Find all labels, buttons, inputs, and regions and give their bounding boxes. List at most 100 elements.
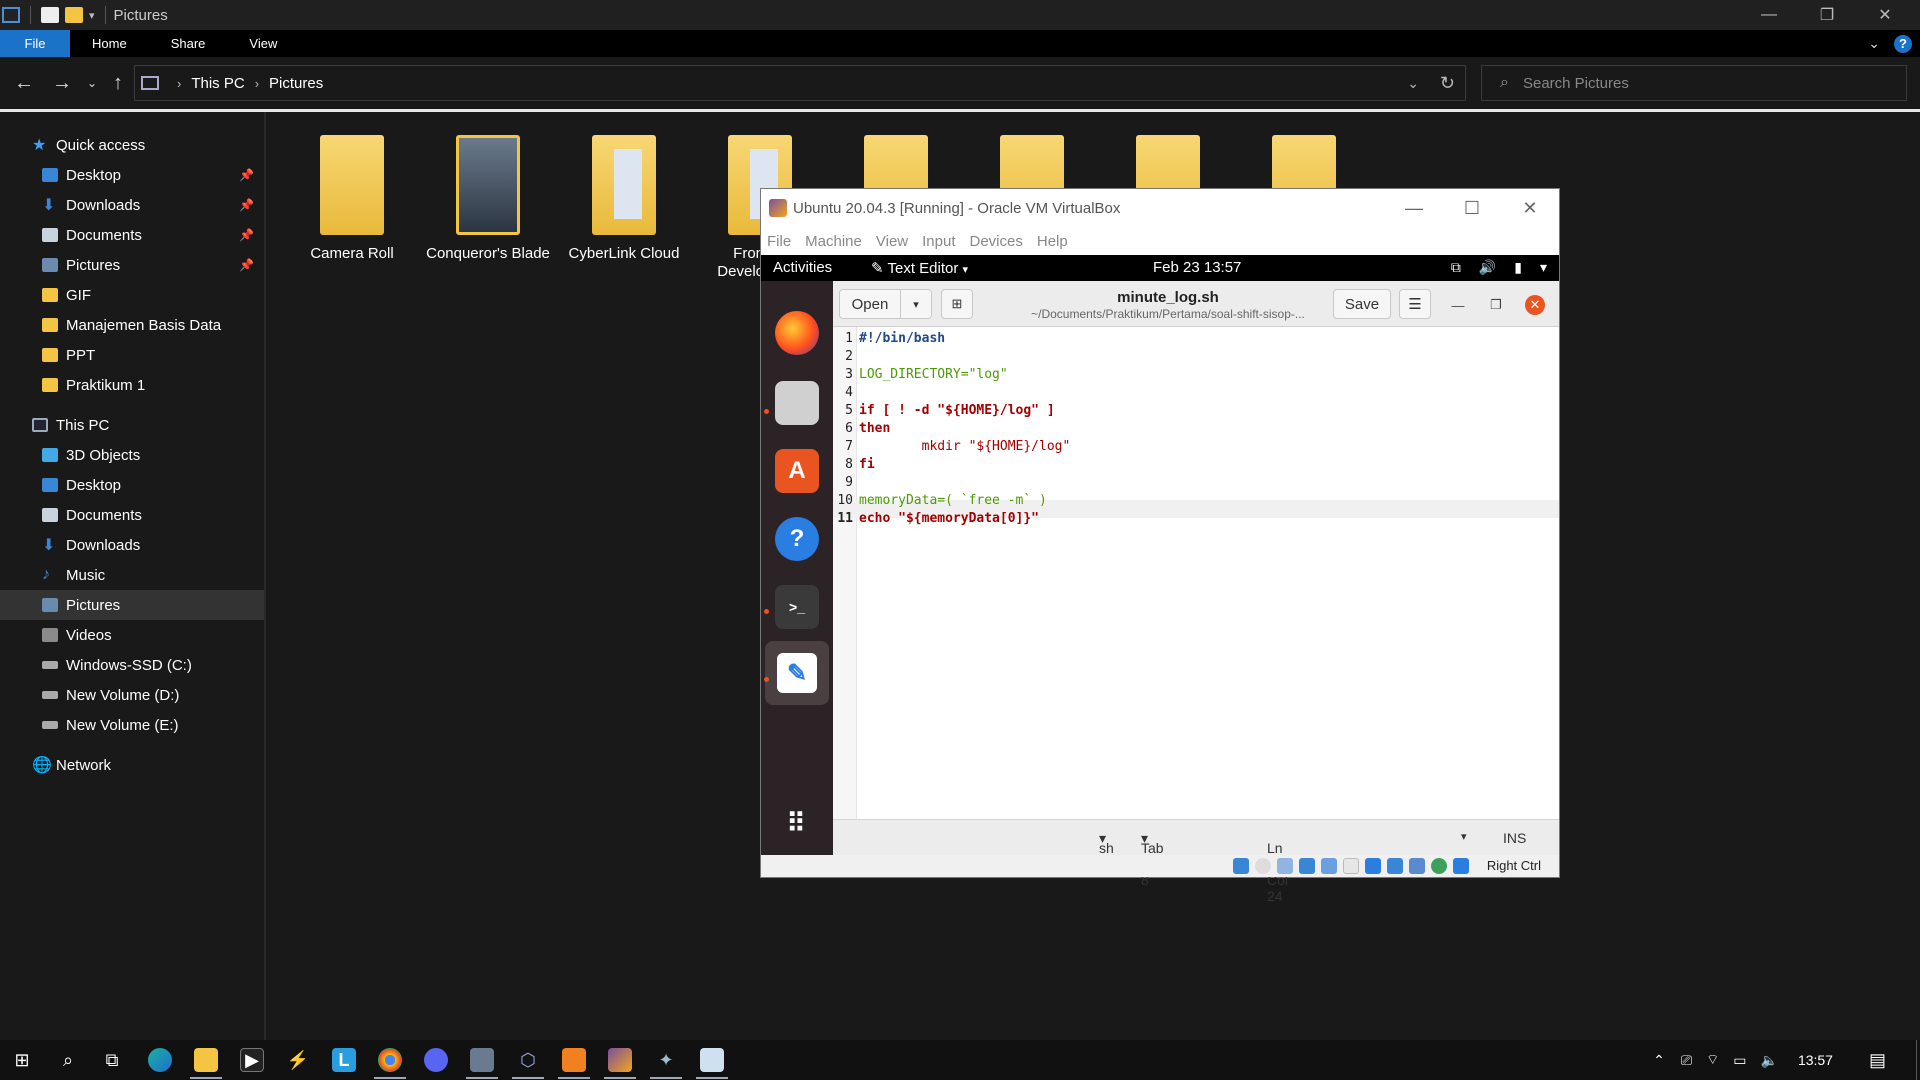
system-tray[interactable]: ⧉ 🔊 ▮ ▾ [1451, 259, 1547, 276]
menu-file[interactable]: File [761, 233, 798, 250]
network-adapter-icon[interactable] [1299, 858, 1315, 874]
nav-item-downloads[interactable]: ⬇ Downloads 📌 [0, 190, 264, 220]
close-button[interactable]: ✕ [1525, 295, 1545, 315]
nav-item-documents[interactable]: Documents [0, 500, 264, 530]
app-orange-icon[interactable] [562, 1048, 586, 1072]
code-editor[interactable]: 1 2 3 4 5 6 7 8 9 10 11 #!/bin/bash LOG_… [833, 327, 1559, 819]
activities-button[interactable]: Activities [773, 259, 832, 276]
tab-home[interactable]: Home [70, 30, 149, 57]
back-arrow-icon[interactable]: ← [10, 69, 38, 97]
refresh-icon[interactable]: ↻ [1440, 73, 1455, 94]
media-player-icon[interactable]: ▶ [240, 1048, 264, 1072]
menu-devices[interactable]: Devices [963, 233, 1030, 250]
chevron-down-icon[interactable]: ⌄ [1407, 75, 1419, 92]
virtualbox-vm-icon[interactable] [608, 1048, 632, 1072]
nav-item-pictures[interactable]: Pictures 📌 [0, 250, 264, 280]
audio-icon[interactable] [1277, 858, 1293, 874]
firefox-icon[interactable] [775, 311, 819, 355]
wifi-icon[interactable]: ⌔ [1706, 1051, 1719, 1069]
pin-icon[interactable]: 📌 [239, 198, 254, 212]
expand-ribbon-icon[interactable]: ⌄ [1868, 35, 1880, 52]
video-capture-icon[interactable] [1387, 858, 1403, 874]
maximize-button[interactable]: ☐ [1443, 189, 1501, 227]
usb-icon[interactable] [1321, 858, 1337, 874]
pane-divider[interactable] [264, 112, 266, 1040]
lightning-icon[interactable]: ⚡ [286, 1048, 310, 1072]
nav-item-praktikum-1[interactable]: Praktikum 1 [0, 370, 264, 400]
restore-button[interactable]: ❐ [1804, 0, 1850, 30]
caret-down-icon[interactable]: ▾ [1461, 830, 1467, 843]
menu-input[interactable]: Input [915, 233, 962, 250]
nav-item-3d-objects[interactable]: 3D Objects [0, 440, 264, 470]
new-folder-icon[interactable] [65, 7, 83, 23]
virtualization-icon[interactable] [1409, 858, 1425, 874]
windows-start-icon[interactable]: ⊞ [10, 1048, 34, 1072]
chevron-right-icon[interactable]: › [255, 76, 259, 91]
file-explorer-icon[interactable] [194, 1048, 218, 1072]
nav-item-ppt[interactable]: PPT [0, 340, 264, 370]
chrome-icon[interactable] [378, 1048, 402, 1072]
mouse-integration-icon[interactable] [1453, 858, 1469, 874]
discord-icon[interactable] [424, 1048, 448, 1072]
customize-quick-access-icon[interactable]: ▾ [89, 9, 95, 22]
nav-item-drive-d[interactable]: New Volume (D:) [0, 680, 264, 710]
nav-item-desktop[interactable]: Desktop [0, 470, 264, 500]
tab-file[interactable]: File [0, 30, 70, 57]
show-desktop-strip[interactable] [1916, 1040, 1920, 1080]
search-input[interactable]: ⌕ Search Pictures [1481, 65, 1907, 101]
close-button[interactable]: ✕ [1862, 0, 1908, 30]
breadcrumb-this-pc[interactable]: This PC [191, 75, 244, 92]
hard-disk-icon[interactable] [1233, 858, 1249, 874]
chevron-up-icon[interactable]: ⌃ [1653, 1052, 1665, 1069]
up-arrow-icon[interactable]: ↑ [104, 69, 132, 97]
host-key-label[interactable]: Right Ctrl [1487, 858, 1541, 873]
show-applications-icon[interactable]: ⠿ [775, 801, 819, 845]
tab-share[interactable]: Share [149, 30, 228, 57]
pin-icon[interactable]: 📌 [239, 228, 254, 242]
nav-item-manajemen-basis-data[interactable]: Manajemen Basis Data [0, 310, 264, 340]
nav-item-desktop[interactable]: Desktop 📌 [0, 160, 264, 190]
hamburger-menu-button[interactable]: ☰ [1399, 289, 1431, 319]
nav-item-documents[interactable]: Documents 📌 [0, 220, 264, 250]
properties-icon[interactable] [41, 7, 59, 23]
app-menu[interactable]: ✎ Text Editor ▾ [871, 259, 968, 277]
dock-active-slot[interactable]: ✎ [765, 641, 829, 705]
nav-item-downloads[interactable]: ⬇ Downloads [0, 530, 264, 560]
nav-item-music[interactable]: ♪ Music [0, 560, 264, 590]
nav-item-pictures[interactable]: Pictures [0, 590, 264, 620]
notifications-icon[interactable]: ▤ [1869, 1050, 1886, 1071]
folder-item[interactable]: Camera Roll [286, 135, 406, 295]
nav-quick-access[interactable]: ★ Quick access [0, 130, 264, 160]
nav-item-gif[interactable]: GIF [0, 280, 264, 310]
this-pc-icon[interactable] [2, 7, 20, 23]
tab-width-selector[interactable]: Tab Width: 8 ▾ [1141, 830, 1181, 888]
edge-icon[interactable] [148, 1048, 172, 1072]
menu-help[interactable]: Help [1030, 233, 1075, 250]
nav-item-drive-c[interactable]: Windows-SSD (C:) [0, 650, 264, 680]
insert-mode[interactable]: INS [1503, 830, 1526, 846]
minimize-button[interactable]: — [1746, 0, 1792, 30]
address-bar[interactable]: › This PC › Pictures ⌄ ↻ [134, 65, 1466, 101]
volume-icon[interactable]: 🔈 [1761, 1052, 1778, 1069]
save-button[interactable]: Save [1333, 289, 1391, 319]
nav-this-pc[interactable]: This PC [0, 410, 264, 440]
tab-view[interactable]: View [227, 30, 299, 57]
files-icon[interactable] [775, 381, 819, 425]
new-document-button[interactable]: ⊞ [941, 289, 973, 319]
help-icon[interactable]: ? [1894, 34, 1912, 53]
recent-locations-icon[interactable]: ⌄ [78, 69, 106, 97]
pin-icon[interactable]: 📌 [239, 168, 254, 182]
virtualbox-cube-icon[interactable]: ⬡ [516, 1048, 540, 1072]
nav-item-videos[interactable]: Videos [0, 620, 264, 650]
menu-machine[interactable]: Machine [798, 233, 869, 250]
app-bird-icon[interactable]: ✦ [654, 1048, 678, 1072]
chevron-right-icon[interactable]: › [177, 76, 181, 91]
close-button[interactable]: ✕ [1501, 189, 1559, 227]
menu-view[interactable]: View [869, 233, 915, 250]
search-icon[interactable]: ⌕ [56, 1048, 80, 1072]
breadcrumb-pictures[interactable]: Pictures [269, 75, 323, 92]
photos-icon[interactable] [470, 1048, 494, 1072]
folder-item[interactable]: CyberLink Cloud [558, 135, 679, 295]
forward-arrow-icon[interactable]: → [48, 69, 76, 97]
notepad-icon[interactable] [700, 1048, 724, 1072]
